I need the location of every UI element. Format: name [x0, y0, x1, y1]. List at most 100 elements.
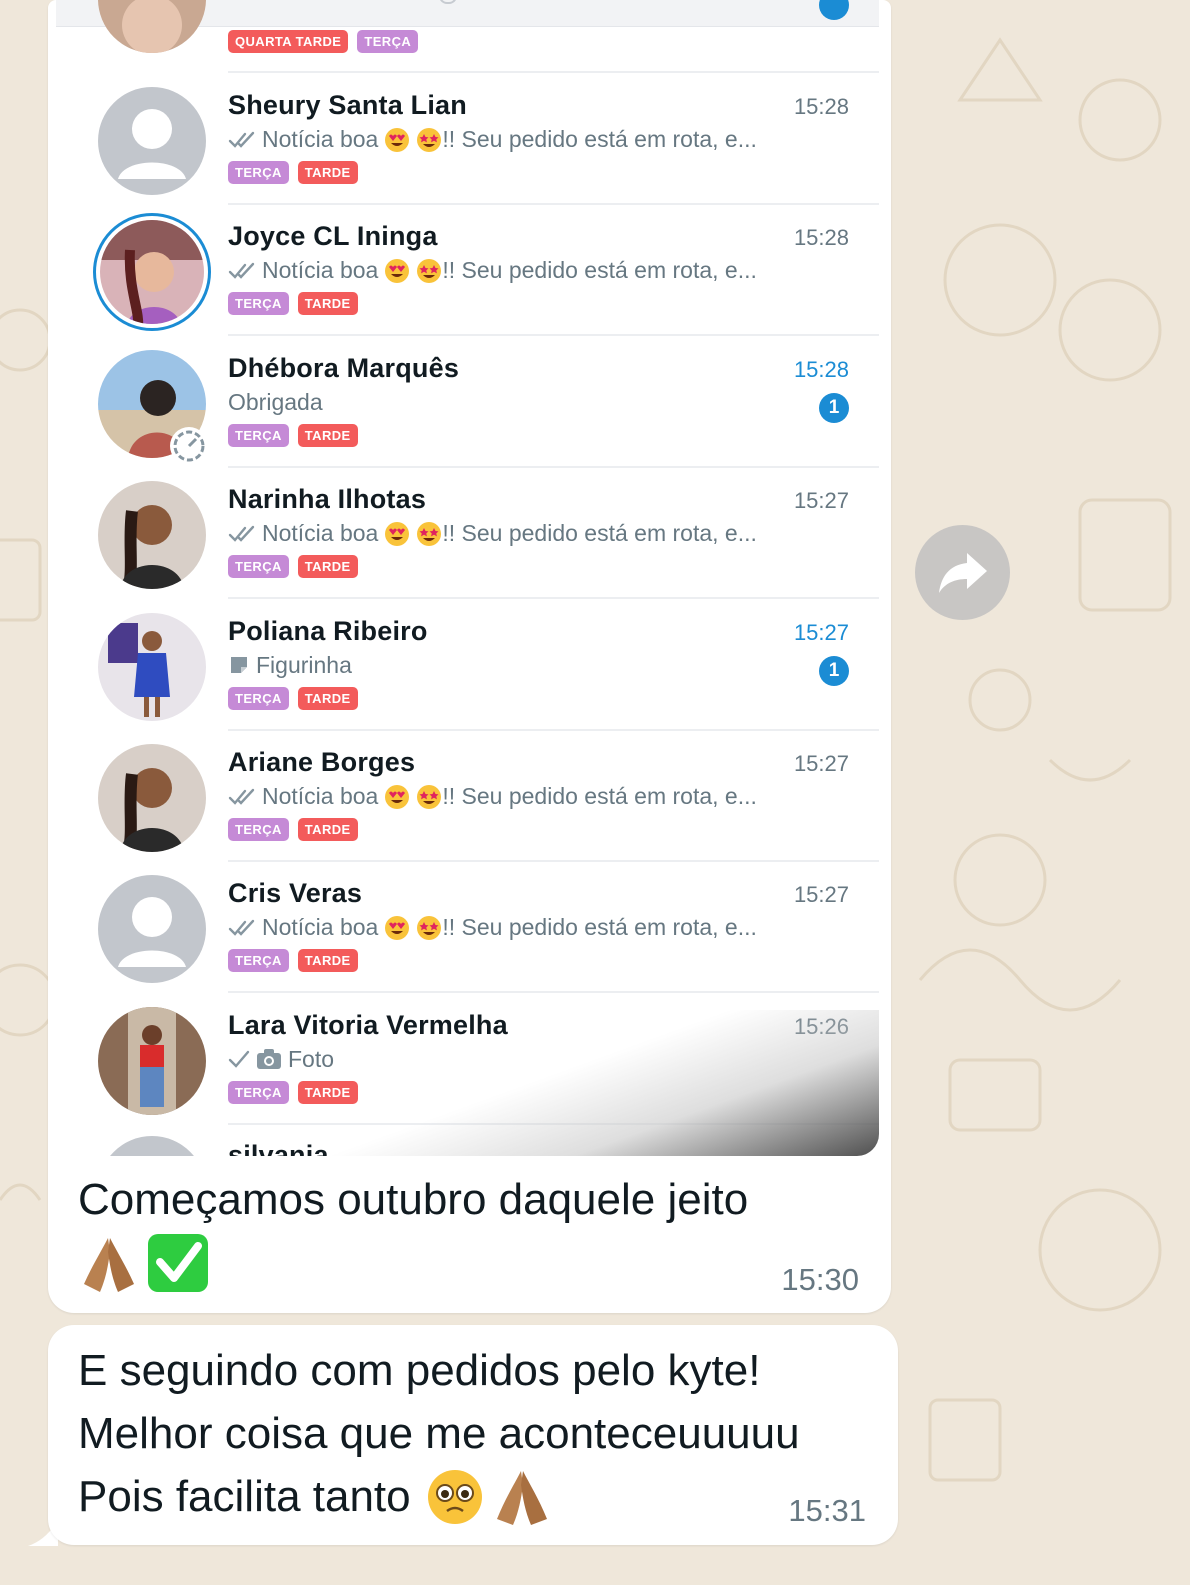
heart-eyes-emoji — [385, 784, 410, 809]
tag-label: TERÇA — [228, 555, 289, 579]
contact-name: silvania — [228, 1140, 329, 1156]
tag-label: TARDE — [297, 555, 358, 579]
heart-eyes-emoji — [385, 521, 410, 546]
single-check-icon — [228, 1051, 250, 1069]
double-check-icon — [228, 919, 255, 936]
contact-name: Ariane Borges — [228, 747, 416, 777]
contact-name: Dhébora Marquês — [228, 352, 460, 383]
chat-row[interactable]: Joyce CL Ininga 15:28 Notícia boa !! Seu pe… — [56, 205, 879, 337]
forward-arrow-icon — [939, 553, 987, 593]
message-preview-text: !! Seu pedido está em rota, e... — [442, 126, 757, 152]
message-preview-text: Notícia boa — [262, 783, 379, 809]
sticker-icon — [231, 657, 247, 674]
message-preview: Notícia boa !! Seu pedido está em rota, e… — [228, 257, 757, 284]
message-text-line: Melhor coisa que me aconteceuuuuu — [78, 1409, 800, 1458]
chat-row[interactable]: Narinha Ilhotas 15:27 Notícia boa !! Seu pe… — [56, 468, 879, 600]
chat-row[interactable]: Dhébora Marquês 15:28 Obrigada TERÇA TARDE 1 — [56, 337, 879, 468]
message-preview-text: Figurinha — [256, 651, 352, 678]
chat-list-screenshot[interactable]: QUARTA TARDE TERÇA Sheury Santa Lian 15:2… — [56, 0, 879, 1156]
chat-row-cutoff[interactable]: silvania — [56, 1124, 879, 1156]
forward-button[interactable] — [915, 525, 1010, 620]
star-struck-emoji — [417, 258, 442, 283]
unread-badge — [819, 0, 849, 20]
message-preview: Notícia boa !! Seu pedido está em rota, e… — [228, 914, 757, 941]
message-time: 15:28 — [793, 94, 849, 119]
message-preview-text: Notícia boa — [262, 914, 379, 941]
message-preview-text: Obrigada — [228, 388, 323, 415]
chat-row[interactable]: Lara Vitoria Vermelha 15:26 Foto TERÇA TARDE — [56, 994, 879, 1125]
tag-label: TARDE — [297, 1080, 358, 1104]
double-check-icon — [228, 525, 255, 542]
tag-label: QUARTA TARDE — [228, 30, 349, 53]
message-time: 15:27 — [793, 882, 849, 908]
partial-chat-row: QUARTA TARDE TERÇA — [56, 0, 879, 72]
double-check-icon — [228, 788, 255, 805]
tag-label: TERÇA — [228, 686, 289, 710]
message-preview: Foto — [228, 1046, 334, 1073]
image-message-bubble[interactable]: QUARTA TARDE TERÇA Sheury Santa Lian 15:2… — [48, 0, 891, 1313]
tag-label: TERÇA — [228, 161, 289, 184]
message-preview: Notícia boa !! Seu pedido está em rota, e… — [228, 520, 757, 547]
contact-name: Narinha Ilhotas — [228, 484, 427, 515]
message-emoji-line — [78, 1232, 218, 1299]
avatar[interactable] — [98, 87, 206, 195]
message-preview: Notícia boa !! Seu pedido está em rota, e… — [228, 126, 757, 153]
double-check-icon — [228, 131, 255, 148]
message-time: 15:27 — [793, 751, 849, 776]
message-preview-text: !! Seu pedido está em rota, e... — [442, 257, 757, 284]
message-time: 15:28 — [793, 356, 849, 382]
pleading-face-praying-hands-emoji — [427, 1469, 547, 1525]
tag-label: TARDE — [297, 423, 358, 447]
star-struck-emoji — [417, 521, 442, 546]
avatar[interactable] — [98, 744, 206, 852]
tag-label: TERÇA — [228, 949, 289, 973]
heart-eyes-emoji — [385, 915, 410, 940]
avatar — [98, 1136, 206, 1156]
avatar[interactable] — [98, 1006, 206, 1115]
message-preview-text: !! Seu pedido está em rota, e... — [442, 914, 757, 941]
contact-name: Poliana Ribeiro — [228, 615, 428, 646]
row-divider — [228, 71, 879, 73]
avatar[interactable] — [98, 875, 206, 984]
contact-name: Joyce CL Ininga — [228, 221, 438, 252]
message-time: 15:30 — [781, 1262, 859, 1297]
chat-row[interactable]: Sheury Santa Lian 15:28 Notícia boa !! Seu … — [56, 74, 879, 205]
star-struck-emoji — [417, 915, 442, 940]
timer-icon — [170, 426, 208, 465]
tag-label: TERÇA — [228, 423, 289, 447]
message-text-line: E seguindo com pedidos pelo kyte! — [78, 1346, 761, 1395]
unread-badge: 1 — [819, 392, 849, 423]
chat-row[interactable]: Poliana Ribeiro 15:27 Figurinha TERÇA TARDE 1 — [56, 600, 879, 731]
tag-label: TARDE — [297, 292, 358, 316]
contact-name: Sheury Santa Lian — [228, 90, 467, 120]
unread-badge: 1 — [819, 655, 849, 686]
star-struck-emoji — [417, 127, 442, 152]
tag-label: TERÇA — [357, 30, 419, 53]
avatar[interactable] — [98, 612, 206, 721]
message-preview-text: Notícia boa — [262, 126, 379, 152]
tag-label: TARDE — [297, 949, 358, 973]
tag-label: TERÇA — [228, 818, 289, 841]
message-time: 15:31 — [788, 1493, 866, 1528]
heart-eyes-emoji — [385, 127, 410, 152]
chat-row[interactable]: Ariane Borges 15:27 Notícia boa !! Seu pedi… — [56, 731, 879, 862]
avatar-with-status-ring[interactable] — [93, 213, 211, 332]
camera-icon — [257, 1049, 281, 1070]
text-message-bubble[interactable]: E seguindo com pedidos pelo kyte! Melhor… — [48, 1325, 898, 1545]
message-time: 15:27 — [793, 619, 849, 645]
message-preview-text: !! Seu pedido está em rota, e... — [442, 783, 757, 809]
praying-hands-checkmark-emoji — [84, 1234, 208, 1292]
message-preview: Notícia boa !! Seu pedido está em rota, e… — [228, 783, 757, 810]
tag-label: TARDE — [297, 818, 358, 841]
chat-row[interactable]: Cris Veras 15:27 Notícia boa !! Seu pedido … — [56, 862, 879, 994]
tag-label: TARDE — [297, 161, 358, 184]
heart-eyes-emoji — [385, 258, 410, 283]
avatar[interactable] — [98, 481, 206, 590]
avatar — [98, 0, 206, 53]
message-preview: Figurinha — [228, 652, 352, 679]
double-check-icon — [228, 262, 255, 279]
message-preview-text: !! Seu pedido está em rota, e... — [442, 520, 757, 547]
message-time: 15:28 — [793, 225, 849, 251]
message-preview: Obrigada — [228, 389, 323, 416]
tag-label: TERÇA — [228, 292, 289, 316]
